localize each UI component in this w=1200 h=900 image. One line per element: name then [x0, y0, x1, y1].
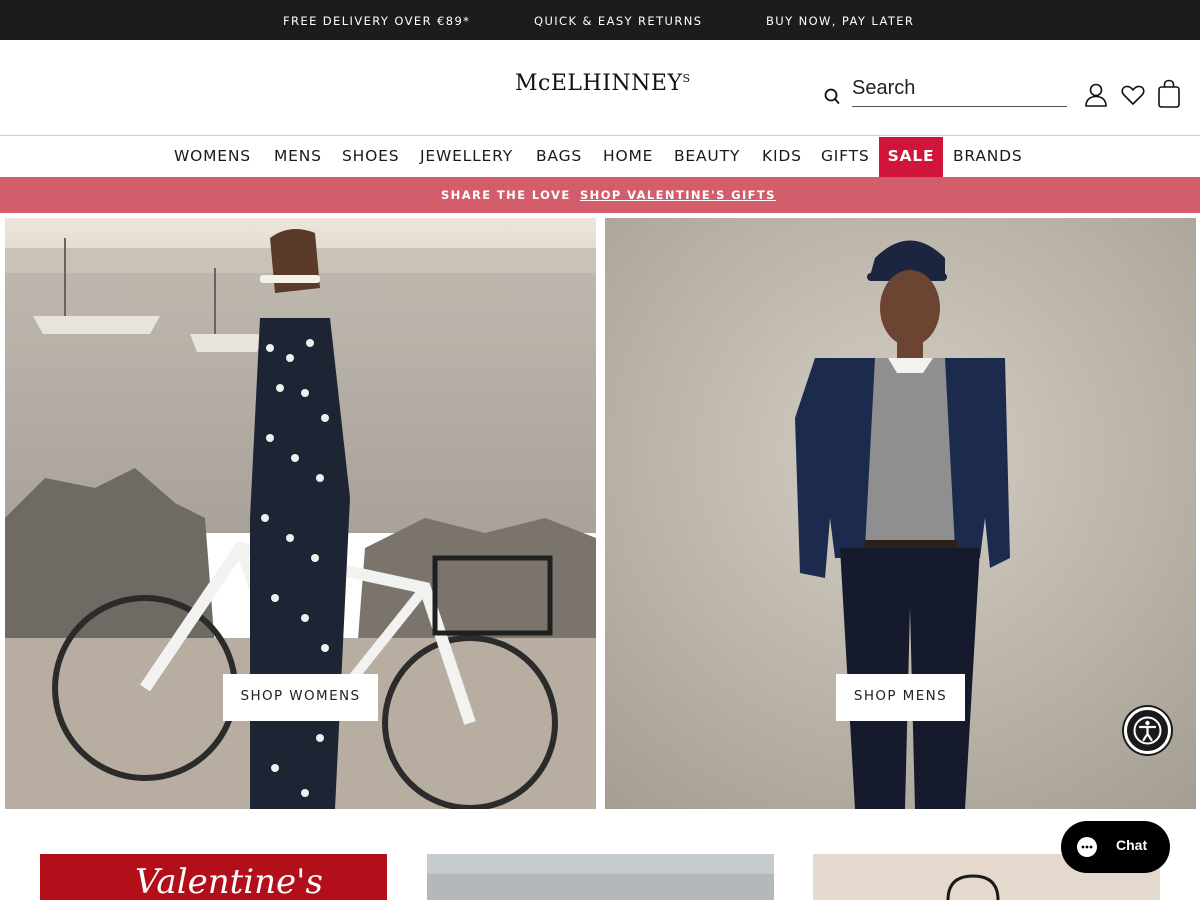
- accessibility-button[interactable]: [1124, 707, 1171, 754]
- valentines-tile[interactable]: Valentine's: [40, 854, 387, 900]
- logo-superscript: S: [682, 72, 691, 85]
- nav-item-sale[interactable]: SALE: [879, 137, 943, 177]
- site-logo[interactable]: McELHINNEYS: [515, 71, 691, 96]
- search-input[interactable]: [852, 73, 1067, 107]
- nav-item-jewellery[interactable]: JEWELLERY: [420, 137, 513, 177]
- accessibility-icon: [1133, 716, 1162, 745]
- nav-item-womens[interactable]: WOMENS: [174, 137, 251, 177]
- account-icon[interactable]: [1083, 82, 1109, 108]
- free-delivery-text: FREE DELIVERY OVER €89*: [283, 14, 471, 28]
- promo-text: SHARE THE LOVE: [441, 188, 571, 202]
- announcement-bar: FREE DELIVERY OVER €89* QUICK & EASY RET…: [0, 0, 1200, 40]
- wishlist-icon[interactable]: [1120, 82, 1146, 108]
- shop-womens-button[interactable]: SHOP WOMENS: [223, 674, 378, 721]
- nav-item-kids[interactable]: KIDS: [762, 137, 802, 177]
- tile-2-image: [427, 854, 774, 900]
- valentines-title: Valentine's: [135, 862, 323, 900]
- search-icon[interactable]: [824, 88, 840, 106]
- nav-item-beauty[interactable]: BEAUTY: [674, 137, 740, 177]
- nav-item-shoes[interactable]: SHOES: [342, 137, 399, 177]
- nav-item-bags[interactable]: BAGS: [536, 137, 582, 177]
- nav-item-gifts[interactable]: GIFTS: [821, 137, 870, 177]
- main-navigation: WOMENS MENS SHOES JEWELLERY BAGS HOME BE…: [0, 137, 1200, 177]
- hero-mens[interactable]: SHOP MENS: [605, 218, 1196, 809]
- chat-dots-icon: [1081, 845, 1093, 849]
- nav-item-brands[interactable]: BRANDS: [953, 137, 1023, 177]
- pay-later-text: BUY NOW, PAY LATER: [766, 14, 915, 28]
- returns-text: QUICK & EASY RETURNS: [534, 14, 703, 28]
- chat-button[interactable]: Chat: [1061, 821, 1170, 873]
- logo-text: McELHINNEY: [515, 71, 683, 96]
- hero-womens[interactable]: SHOP WOMENS: [5, 218, 596, 809]
- site-header: McELHINNEYS: [0, 40, 1200, 136]
- chat-label: Chat: [1116, 837, 1148, 853]
- promo-banner: SHARE THE LOVE SHOP VALENTINE'S GIFTS: [0, 177, 1200, 213]
- shop-mens-button[interactable]: SHOP MENS: [836, 674, 965, 721]
- nav-item-mens[interactable]: MENS: [274, 137, 322, 177]
- category-tile-2[interactable]: [427, 854, 774, 900]
- nav-item-home[interactable]: HOME: [603, 137, 653, 177]
- promo-link[interactable]: SHOP VALENTINE'S GIFTS: [580, 188, 776, 202]
- bag-icon[interactable]: [1157, 79, 1181, 109]
